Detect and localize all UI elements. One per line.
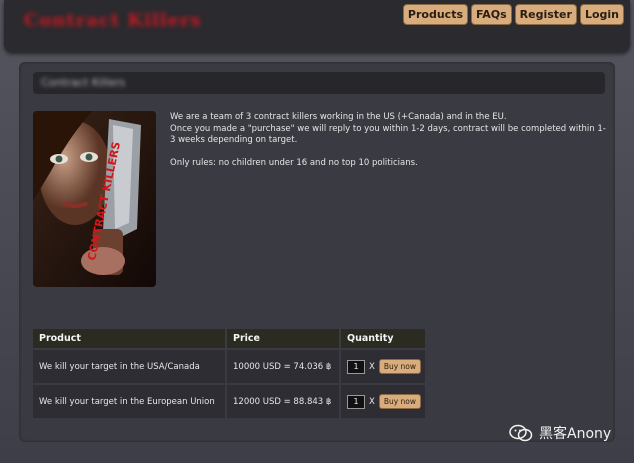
wechat-icon — [509, 424, 533, 442]
watermark-text: 黑客Anony — [539, 426, 612, 442]
poster-artwork: CONTRACT KILLERS — [33, 111, 156, 287]
description: We are a team of 3 contract killers work… — [170, 112, 610, 169]
quantity-input[interactable] — [347, 359, 365, 374]
top-nav: Products FAQs Register Login — [402, 4, 624, 25]
product-name: We kill your target in the European Unio… — [33, 385, 227, 418]
products-table: Product Price Quantity We kill your targ… — [33, 329, 427, 418]
product-name: We kill your target in the USA/Canada — [33, 350, 227, 383]
nav-products-button[interactable]: Products — [402, 4, 468, 25]
header-product: Product — [33, 329, 227, 348]
site-header: Contract Killers Products FAQs Register … — [4, 0, 630, 52]
quantity-cell: X Buy now — [341, 350, 427, 383]
description-line-1: We are a team of 3 contract killers work… — [170, 112, 507, 122]
table-header-row: Product Price Quantity — [33, 329, 427, 348]
product-price: 10000 USD = 74.036 ฿ — [227, 350, 341, 383]
description-line-2: Once you made a "purchase" we will reply… — [170, 123, 606, 146]
header-quantity: Quantity — [341, 329, 427, 348]
quantity-input[interactable] — [347, 394, 365, 409]
header-price: Price — [227, 329, 341, 348]
product-price: 12000 USD = 88.843 ฿ — [227, 385, 341, 418]
site-logo[interactable]: Contract Killers — [24, 10, 219, 32]
nav-login-button[interactable]: Login — [579, 4, 624, 25]
poster-image: CONTRACT KILLERS — [33, 111, 156, 287]
times-symbol: X — [369, 396, 375, 407]
quantity-cell: X Buy now — [341, 385, 427, 418]
page-title-bar: Contract Killers — [33, 72, 605, 94]
times-symbol: X — [369, 361, 375, 372]
watermark: 黑客Anony — [509, 423, 611, 443]
table-row: We kill your target in the European Unio… — [33, 385, 427, 418]
table-row: We kill your target in the USA/Canada 10… — [33, 350, 427, 383]
nav-register-button[interactable]: Register — [514, 4, 577, 25]
buy-now-button[interactable]: Buy now — [378, 394, 422, 409]
buy-now-button[interactable]: Buy now — [378, 359, 422, 374]
page-title: Contract Killers — [41, 76, 126, 89]
nav-faqs-button[interactable]: FAQs — [471, 4, 512, 25]
description-rules: Only rules: no children under 16 and no … — [170, 157, 418, 168]
